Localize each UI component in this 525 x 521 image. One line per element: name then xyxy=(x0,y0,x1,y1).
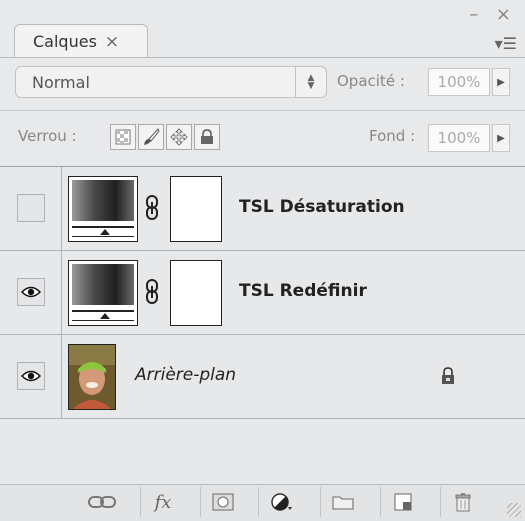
photo-thumbnail xyxy=(68,344,116,410)
fill-label: Fond : xyxy=(369,127,416,145)
tab-divider xyxy=(0,57,525,58)
visibility-cell xyxy=(0,335,62,418)
trash-icon[interactable] xyxy=(440,487,485,517)
fill-field[interactable]: 100% xyxy=(428,124,490,152)
fill-slider-arrow-icon[interactable]: ▶ xyxy=(492,124,510,152)
lock-brush-icon[interactable] xyxy=(138,124,164,150)
close-icon[interactable]: × xyxy=(105,32,119,52)
chevron-updown-icon: ▲ ▼ xyxy=(295,67,326,97)
tab-label: Calques xyxy=(33,32,97,51)
blend-mode-select[interactable]: Normal ▲ ▼ xyxy=(15,66,327,98)
layer-row[interactable]: TSL Désaturation xyxy=(0,167,525,251)
divider xyxy=(0,110,525,111)
layer-name[interactable]: TSL Redéfinir xyxy=(239,281,367,301)
lock-all-icon[interactable] xyxy=(194,124,220,150)
layers-toolbar: fx xyxy=(0,484,525,521)
opacity-field[interactable]: 100% xyxy=(428,68,490,96)
chain-link-icon[interactable] xyxy=(145,278,159,306)
tab-calques[interactable]: Calques × xyxy=(14,24,148,58)
window-controls[interactable]: – × xyxy=(469,4,517,25)
eye-icon[interactable] xyxy=(17,362,45,390)
layer-mask-thumbnail[interactable] xyxy=(170,176,222,242)
layers-panel: – × Calques × ▾☰ Normal ▲ ▼ Opacité : 100… xyxy=(0,0,525,521)
layer-name[interactable]: TSL Désaturation xyxy=(239,197,405,217)
layers-list: TSL Désaturation TSL Redéfinir Arrière-p… xyxy=(0,166,525,485)
mask-icon[interactable] xyxy=(200,487,245,517)
link-icon[interactable] xyxy=(80,487,124,517)
opacity-slider-arrow-icon[interactable]: ▶ xyxy=(492,68,510,96)
lock-label: Verrou : xyxy=(18,127,77,145)
visibility-cell xyxy=(0,251,62,334)
adjustment-thumbnail xyxy=(68,176,138,242)
layer-row[interactable]: TSL Redéfinir xyxy=(0,251,525,335)
eye-icon[interactable] xyxy=(17,278,45,306)
lock-icon xyxy=(442,367,454,384)
chain-link-icon[interactable] xyxy=(145,194,159,222)
lock-transparent-icon[interactable] xyxy=(110,124,136,150)
folder-icon[interactable] xyxy=(320,487,365,517)
visibility-cell xyxy=(0,167,62,250)
layer-mask-thumbnail[interactable] xyxy=(170,260,222,326)
layer-row[interactable]: Arrière-plan xyxy=(0,335,525,419)
new-layer-icon[interactable] xyxy=(380,487,425,517)
opacity-label: Opacité : xyxy=(337,72,405,90)
blend-mode-value: Normal xyxy=(32,72,90,92)
resize-grip[interactable] xyxy=(507,503,521,517)
visibility-toggle[interactable] xyxy=(17,194,45,222)
adjustment-icon[interactable] xyxy=(258,487,303,517)
panel-menu-icon[interactable]: ▾☰ xyxy=(495,34,517,53)
adjustment-thumbnail xyxy=(68,260,138,326)
layer-name[interactable]: Arrière-plan xyxy=(135,365,236,385)
lock-move-icon[interactable] xyxy=(166,124,192,150)
fx-icon[interactable]: fx xyxy=(140,487,185,517)
